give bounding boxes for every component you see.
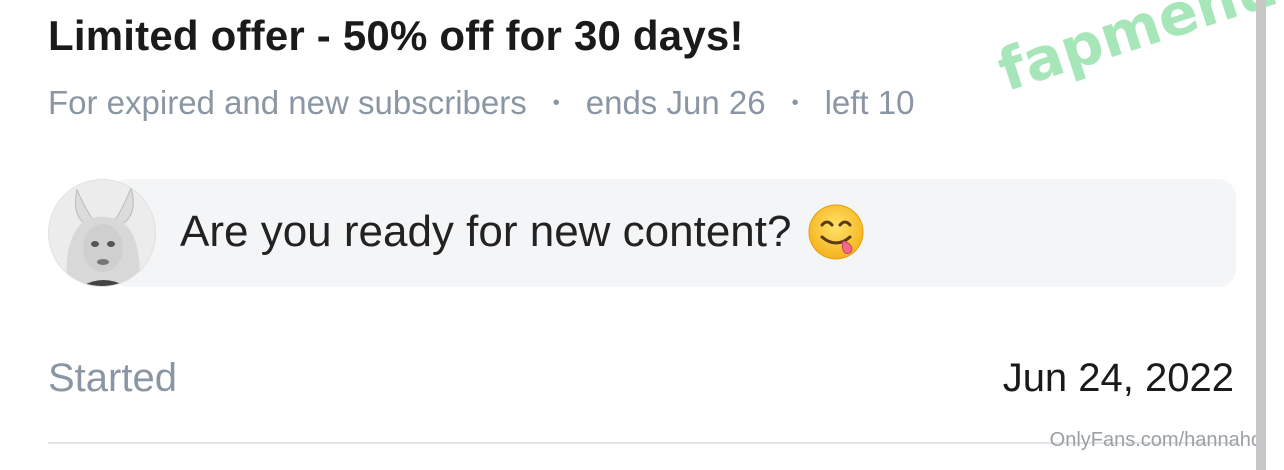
source-url: OnlyFans.com/hannaho (1049, 429, 1262, 451)
offer-details: For expired and new subscribers • ends J… (48, 84, 914, 122)
avatar-image (49, 180, 155, 286)
offer-ends: ends Jun 26 (585, 84, 766, 121)
scrollbar[interactable] (1256, 0, 1266, 470)
separator-dot: • (552, 91, 560, 114)
offer-left: left 10 (824, 84, 915, 121)
started-label: Started (48, 356, 177, 400)
offer-audience: For expired and new subscribers (48, 84, 527, 121)
message-row: Are you ready for new content? (180, 203, 865, 261)
message-text: Are you ready for new content? (180, 207, 792, 256)
watermark: fapmenu.com (990, 0, 1284, 105)
started-date: Jun 24, 2022 (1002, 356, 1234, 400)
face-savoring-food-icon (807, 203, 865, 261)
separator-dot: • (791, 91, 799, 114)
avatar[interactable] (48, 179, 156, 287)
offer-title: Limited offer - 50% off for 30 days! (48, 12, 744, 59)
